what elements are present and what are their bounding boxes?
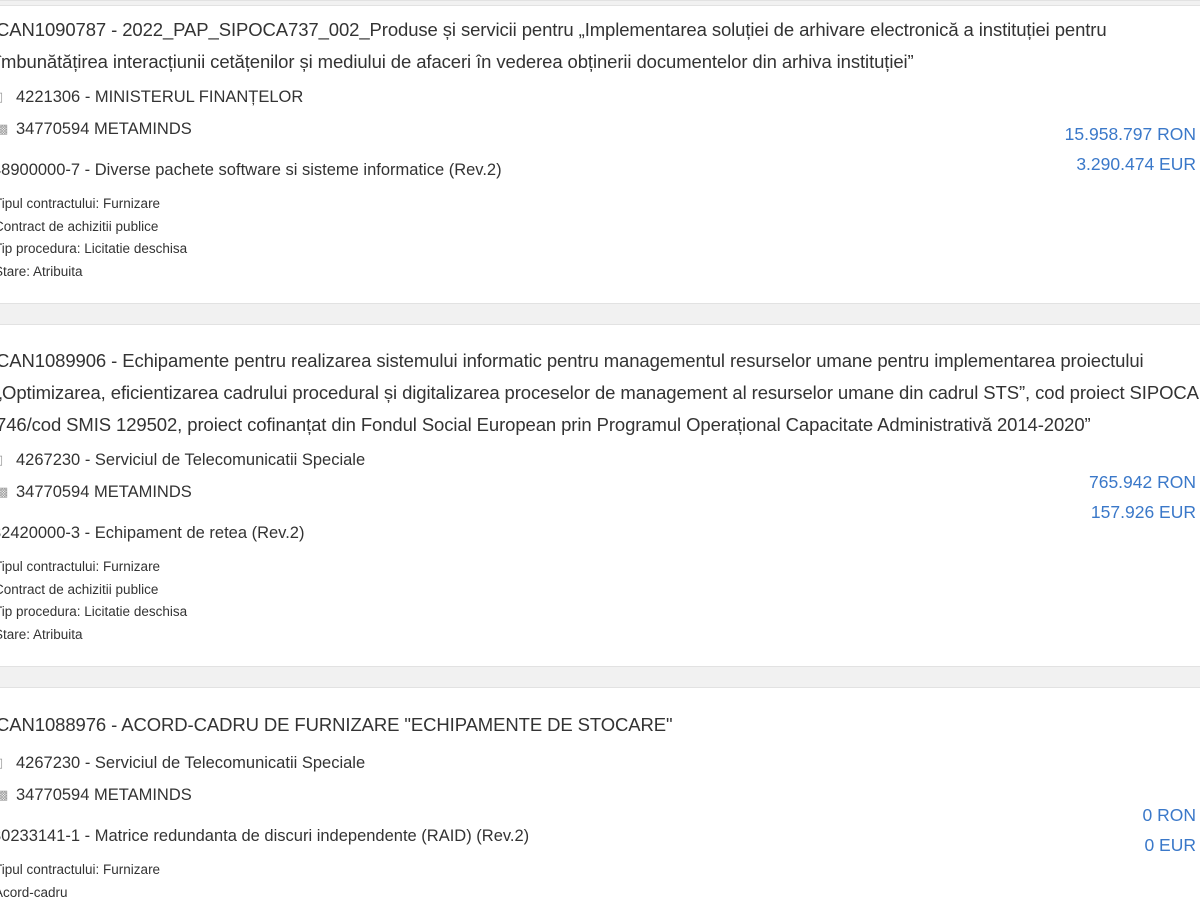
building-icon: ▯ bbox=[0, 449, 10, 471]
separator bbox=[0, 666, 1200, 688]
result-card: CAN1088976 - ACORD-CADRU DE FURNIZARE "E… bbox=[0, 688, 1200, 900]
briefcase-icon: ▩ bbox=[0, 121, 9, 136]
result-card: CAN1090787 - 2022_PAP_SIPOCA737_002_Prod… bbox=[0, 6, 1200, 303]
contracting-authority[interactable]: ▯ 4267230 - Serviciul de Telecomunicatii … bbox=[0, 449, 365, 471]
result-title[interactable]: CAN1090787 - 2022_PAP_SIPOCA737_002_Prod… bbox=[0, 14, 1107, 78]
supplier[interactable]: ▩ 34770594 METAMINDS bbox=[0, 481, 192, 503]
value-ron[interactable]: 15.958.797 RON bbox=[1065, 119, 1196, 149]
result-title[interactable]: CAN1088976 - ACORD-CADRU DE FURNIZARE "E… bbox=[0, 709, 1086, 741]
result-title-line: 746/cod SMIS 129502, proiect cofinanțat … bbox=[0, 414, 1091, 435]
contract-kind: Contract de achizitii publice bbox=[0, 581, 159, 597]
result-title-line: CAN1088976 - ACORD-CADRU DE FURNIZARE "E… bbox=[0, 714, 673, 735]
result-title-line: îmbunătățirea interacțiunii cetățenilor … bbox=[0, 51, 914, 72]
contract-details: Tipul contractului: Furnizare Acord-cadr… bbox=[0, 859, 160, 900]
result-title-line: „Optimizarea, eficientizarea cadrului pr… bbox=[0, 382, 1199, 403]
building-icon: ▯ bbox=[0, 86, 10, 108]
result-title-line: CAN1090787 - 2022_PAP_SIPOCA737_002_Prod… bbox=[0, 19, 1107, 40]
result-title[interactable]: CAN1089906 - Echipamente pentru realizar… bbox=[0, 345, 1199, 441]
status: Stare: Atribuita bbox=[0, 263, 83, 279]
supplier-label: 34770594 METAMINDS bbox=[16, 120, 192, 138]
cpv-code: 30233141-1 - Matrice redundanta de discu… bbox=[0, 827, 530, 845]
contracting-authority[interactable]: ▯ 4267230 - Serviciul de Telecomunicatii … bbox=[0, 752, 365, 774]
contract-type: Tipul contractului: Furnizare bbox=[0, 862, 161, 877]
cpv-code: 32420000-3 - Echipament de retea (Rev.2) bbox=[0, 524, 305, 542]
contract-kind: Contract de achizitii publice bbox=[0, 218, 159, 234]
supplier[interactable]: ▩ 34770594 METAMINDS bbox=[0, 784, 192, 806]
contracting-authority[interactable]: ▯ 4221306 - MINISTERUL FINANȚELOR bbox=[0, 86, 303, 108]
value-eur[interactable]: 3.290.474 EUR bbox=[1065, 149, 1196, 179]
contract-details: Tipul contractului: Furnizare Contract d… bbox=[0, 556, 187, 646]
briefcase-icon: ▩ bbox=[0, 484, 9, 499]
procedure-type: Tip procedura: Licitatie deschisa bbox=[0, 604, 188, 619]
contract-kind: Acord-cadru bbox=[0, 884, 68, 900]
supplier[interactable]: ▩ 34770594 METAMINDS bbox=[0, 118, 192, 140]
supplier-label: 34770594 METAMINDS bbox=[16, 483, 192, 501]
value-eur[interactable]: 0 EUR bbox=[1143, 830, 1196, 860]
contract-value: 0 RON 0 EUR bbox=[1143, 800, 1196, 860]
contracting-authority-label: 4221306 - MINISTERUL FINANȚELOR bbox=[16, 88, 304, 106]
result-title-line: CAN1089906 - Echipamente pentru realizar… bbox=[0, 350, 1144, 371]
supplier-label: 34770594 METAMINDS bbox=[16, 786, 192, 804]
building-icon: ▯ bbox=[0, 752, 10, 774]
contract-type: Tipul contractului: Furnizare bbox=[0, 196, 161, 211]
value-ron[interactable]: 0 RON bbox=[1143, 800, 1196, 830]
separator bbox=[0, 303, 1200, 325]
value-eur[interactable]: 157.926 EUR bbox=[1089, 497, 1196, 527]
contract-details: Tipul contractului: Furnizare Contract d… bbox=[0, 193, 187, 283]
status: Stare: Atribuita bbox=[0, 626, 83, 642]
procedure-type: Tip procedura: Licitatie deschisa bbox=[0, 241, 188, 256]
contract-value: 15.958.797 RON 3.290.474 EUR bbox=[1065, 119, 1196, 179]
contracting-authority-label: 4267230 - Serviciul de Telecomunicatii S… bbox=[16, 754, 366, 772]
contract-value: 765.942 RON 157.926 EUR bbox=[1089, 467, 1196, 527]
briefcase-icon: ▩ bbox=[0, 787, 9, 802]
result-card: CAN1089906 - Echipamente pentru realizar… bbox=[0, 325, 1200, 666]
contracting-authority-label: 4267230 - Serviciul de Telecomunicatii S… bbox=[16, 451, 366, 469]
value-ron[interactable]: 765.942 RON bbox=[1089, 467, 1196, 497]
contract-type: Tipul contractului: Furnizare bbox=[0, 559, 161, 574]
cpv-code: 48900000-7 - Diverse pachete software si… bbox=[0, 161, 502, 179]
